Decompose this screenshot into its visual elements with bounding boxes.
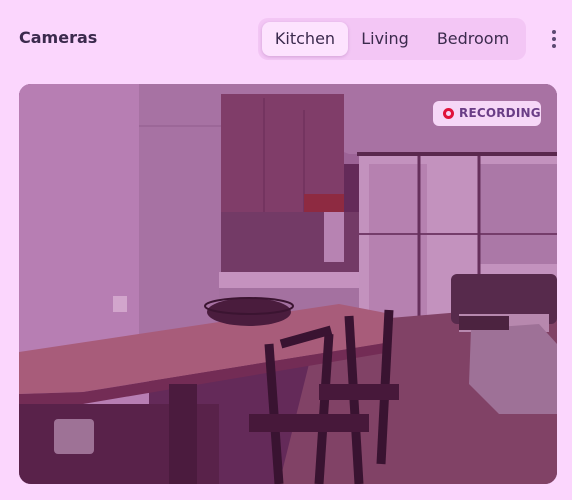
kitchen-scene (19, 84, 557, 484)
tab-bedroom[interactable]: Bedroom (424, 22, 522, 56)
more-options-button[interactable] (545, 28, 563, 50)
card-title: Cameras (19, 28, 98, 47)
camera-feed-image[interactable] (19, 84, 557, 484)
recording-badge: RECORDING (433, 101, 541, 126)
tab-living[interactable]: Living (350, 22, 420, 56)
room-tabs: Kitchen Living Bedroom (258, 18, 526, 60)
camera-card: Cameras Kitchen Living Bedroom RECORDING (0, 0, 572, 500)
more-vertical-icon (552, 30, 556, 34)
tab-kitchen[interactable]: Kitchen (262, 22, 348, 56)
record-icon (443, 108, 454, 119)
recording-label: RECORDING (459, 106, 541, 120)
